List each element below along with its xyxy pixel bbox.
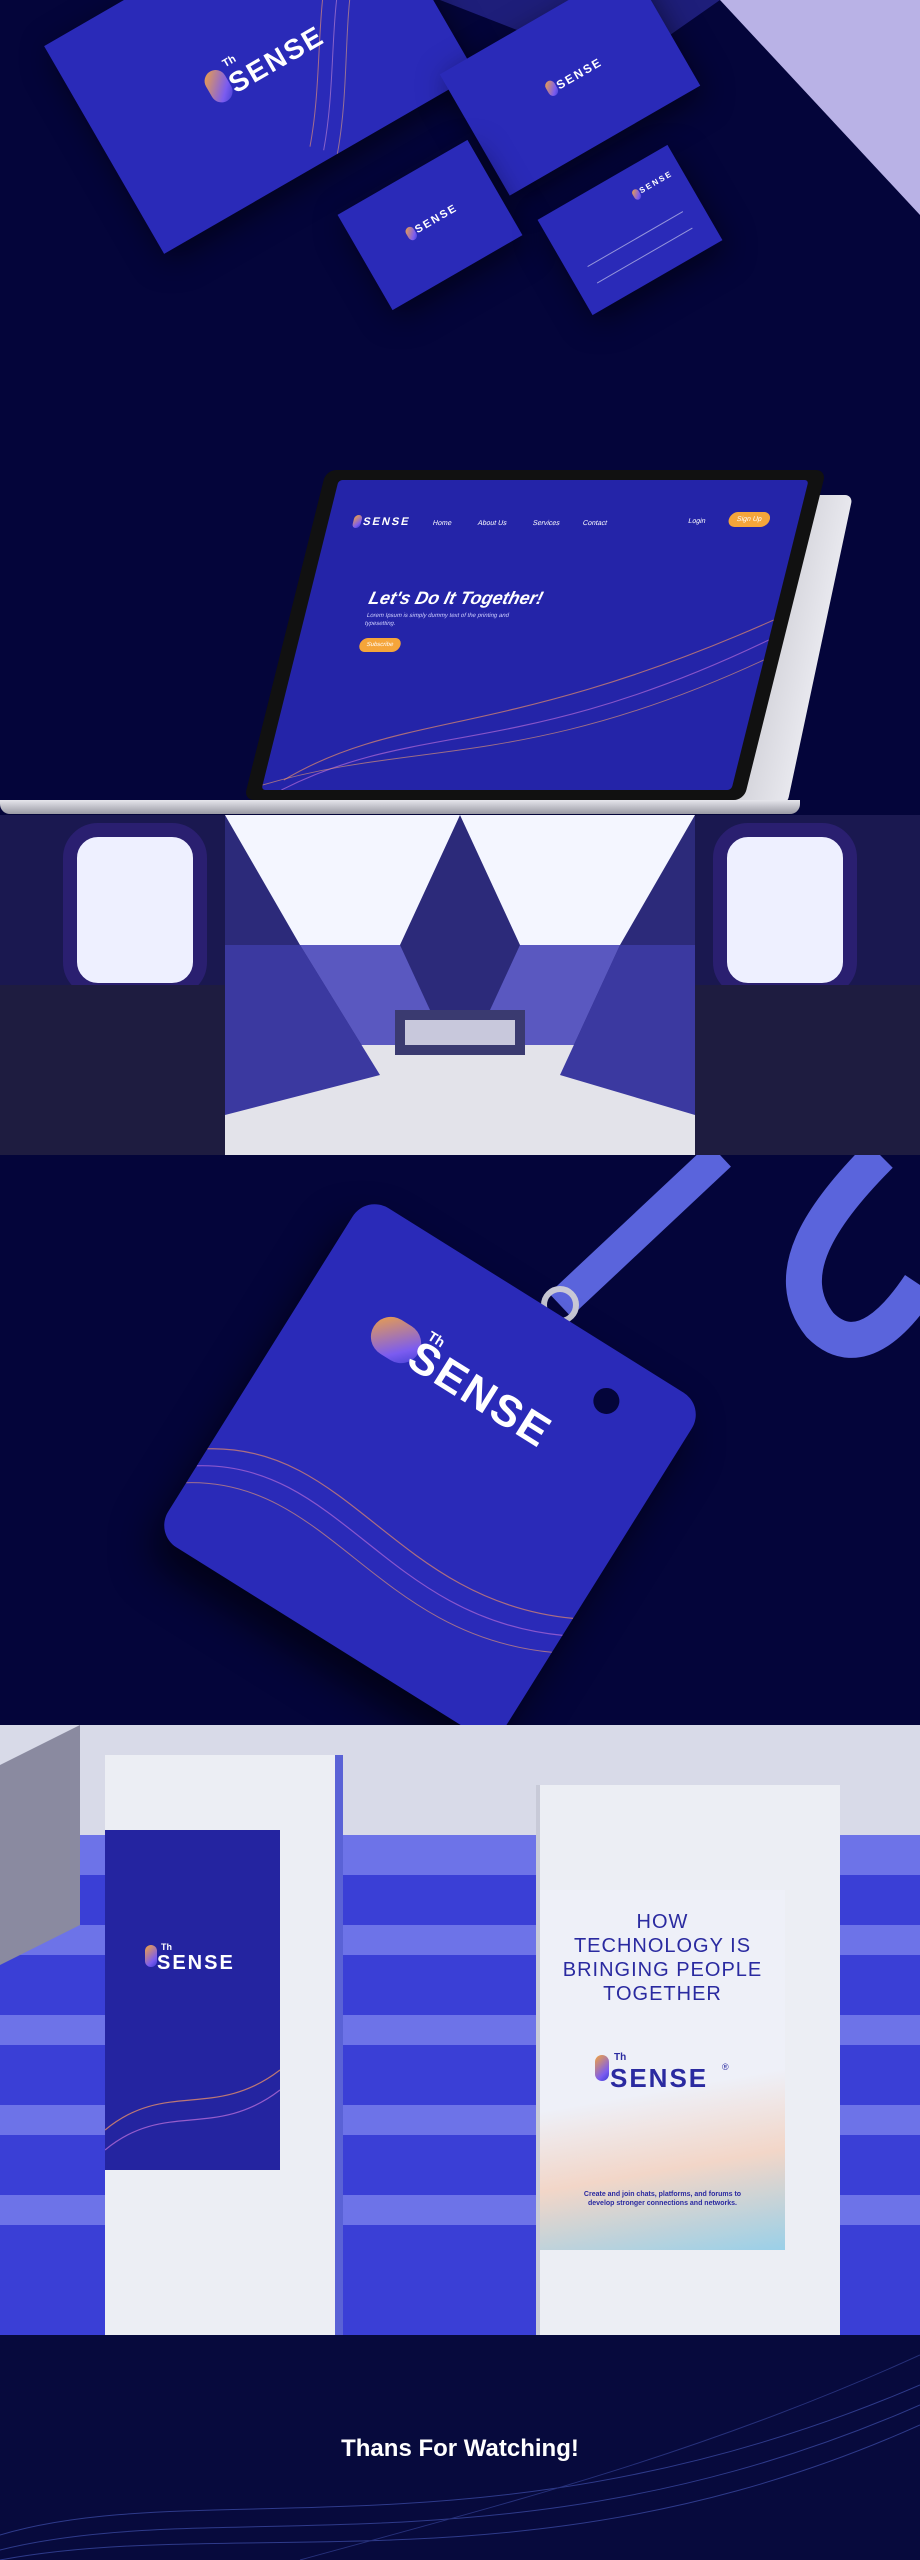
signage-tagline: Create and join chats, platforms, and fo… xyxy=(583,2191,742,2207)
logo-super: Th xyxy=(161,1942,172,1952)
logo-super: Th xyxy=(614,2052,627,2063)
station-photo xyxy=(0,815,920,1155)
hero-body: Lorem Ipsum is simply dummy text of the … xyxy=(363,613,510,627)
badge-mockup: Th SENSE xyxy=(0,1155,920,1725)
signup-button[interactable]: Sign Up xyxy=(726,512,772,527)
logo-text: SENSE xyxy=(413,201,460,236)
logo-text: SENSE xyxy=(157,1952,235,1974)
nav-home[interactable]: Home xyxy=(432,520,452,527)
hero-title: Let's Do It Together! xyxy=(366,588,546,608)
subscribe-button[interactable]: Subscribe xyxy=(357,638,402,652)
thanks-message: Thans For Watching! xyxy=(341,2435,579,2462)
logo-text: SENSE xyxy=(610,2063,709,2093)
nav-services[interactable]: Services xyxy=(532,520,561,527)
poster-right: HOW TECHNOLOGY IS BRINGING PEOPLE TOGETH… xyxy=(540,1890,785,2250)
logo-mark-icon xyxy=(145,1945,157,1967)
stationery-mockup: Th SENSE SENSE SENSE SENSE xyxy=(0,0,920,400)
nav-about[interactable]: About Us xyxy=(477,520,508,527)
laptop-mockup: SENSE Home About Us Services Contact Log… xyxy=(0,400,920,815)
station-illustration xyxy=(0,815,920,1155)
poster-left: Th SENSE xyxy=(105,1830,280,2170)
logo-text: SENSE xyxy=(361,516,412,528)
registered-mark: ® xyxy=(722,2062,729,2072)
website-screen: SENSE Home About Us Services Contact Log… xyxy=(261,480,809,790)
logo-text: SENSE xyxy=(637,168,675,196)
signage-mockup: Th SENSE HOW TECHNOLOGY IS BRINGING PEOP… xyxy=(0,1725,920,2335)
laptop-base xyxy=(0,800,800,814)
signage-headline: HOW TECHNOLOGY IS BRINGING PEOPLE TOGETH… xyxy=(562,1911,763,2005)
login-link[interactable]: Login xyxy=(687,518,706,525)
logo-text: SENSE xyxy=(553,54,605,93)
wave-pattern xyxy=(105,2069,280,2151)
logo-mark-icon xyxy=(595,2055,609,2081)
nav-contact[interactable]: Contact xyxy=(582,520,608,527)
closing-section: Thans For Watching! xyxy=(0,2335,920,2560)
